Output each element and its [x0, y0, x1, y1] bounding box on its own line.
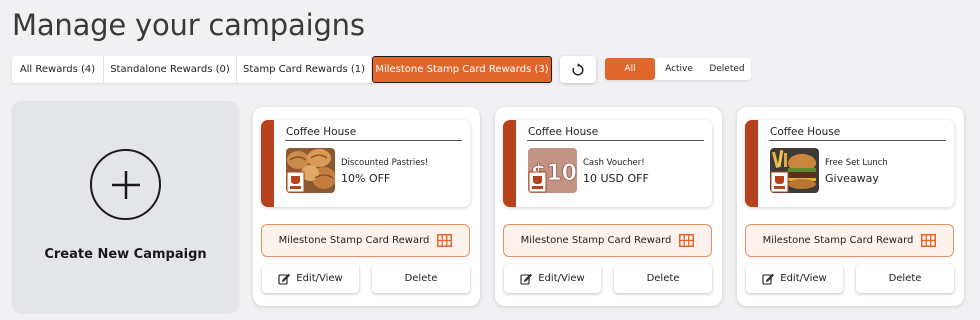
merchant-name: Coffee House: [286, 126, 357, 138]
accent-bar: [261, 120, 274, 207]
reward-type-badge: Milestone Stamp Card Reward: [745, 224, 954, 257]
grid-icon: [437, 234, 453, 247]
reward-type-badge: Milestone Stamp Card Reward: [503, 224, 712, 257]
divider: [527, 140, 704, 141]
reward-type-label: Milestone Stamp Card Reward: [762, 235, 914, 246]
accent-bar: [503, 120, 516, 207]
reward-name: Discounted Pastries!: [341, 158, 429, 168]
status-filter: All Active Deleted: [605, 58, 751, 80]
delete-button[interactable]: Delete: [614, 264, 712, 293]
refresh-button[interactable]: [560, 56, 596, 83]
merchant-name: Coffee House: [770, 126, 841, 138]
divider: [769, 140, 946, 141]
reward-name: Free Set Lunch: [825, 158, 888, 168]
delete-button[interactable]: Delete: [372, 264, 470, 293]
divider: [285, 140, 462, 141]
edit-view-label: Edit/View: [296, 273, 343, 284]
grid-icon: [679, 234, 695, 247]
tab-stamp-card-rewards[interactable]: Stamp Card Rewards (1): [237, 56, 372, 83]
page-title: Manage your campaigns: [12, 8, 365, 42]
reward-value: 10 USD OFF: [583, 172, 649, 185]
reward-preview: Coffee House Free Set Lunch Giveaway: [745, 120, 954, 207]
reward-type-badge: Milestone Stamp Card Reward: [261, 224, 470, 257]
edit-view-button[interactable]: Edit/View: [504, 264, 601, 293]
voucher-image: $10: [528, 148, 577, 193]
edit-icon: [520, 273, 533, 285]
merchant-name: Coffee House: [528, 126, 599, 138]
edit-view-label: Edit/View: [538, 273, 585, 284]
accent-bar: [745, 120, 758, 207]
reward-type-label: Milestone Stamp Card Reward: [520, 235, 672, 246]
filter-active[interactable]: Active: [655, 58, 703, 80]
edit-icon: [762, 273, 775, 285]
reward-type-tabs: All Rewards (4) Standalone Rewards (0) S…: [12, 56, 552, 83]
tab-standalone-rewards[interactable]: Standalone Rewards (0): [104, 56, 237, 83]
filter-deleted[interactable]: Deleted: [703, 58, 751, 80]
reward-preview: Coffee House $10 Cash Voucher! 10 USD OF…: [503, 120, 712, 207]
edit-icon: [278, 273, 291, 285]
reward-preview: Coffee House Discounted Pastries! 10% OF…: [261, 120, 470, 207]
edit-view-button[interactable]: Edit/View: [746, 264, 843, 293]
reward-value: Giveaway: [825, 172, 879, 185]
edit-view-label: Edit/View: [780, 273, 827, 284]
campaign-card: Coffee House $10 Cash Voucher! 10 USD OF…: [495, 107, 722, 306]
burger-image: [770, 148, 819, 193]
reward-name: Cash Voucher!: [583, 158, 645, 168]
campaign-card: Coffee House Discounted Pastries! 10% OF…: [253, 107, 480, 306]
reward-value: 10% OFF: [341, 172, 391, 185]
delete-button[interactable]: Delete: [856, 264, 954, 293]
refresh-icon: [572, 62, 584, 75]
edit-view-button[interactable]: Edit/View: [262, 264, 359, 293]
pastries-image: [286, 148, 335, 193]
filter-all[interactable]: All: [605, 58, 655, 80]
reward-type-label: Milestone Stamp Card Reward: [278, 235, 430, 246]
create-campaign-card[interactable]: Create New Campaign: [12, 101, 239, 312]
plus-icon: [90, 149, 161, 220]
create-campaign-label: Create New Campaign: [44, 247, 207, 262]
tab-all-rewards[interactable]: All Rewards (4): [12, 56, 104, 83]
tab-milestone-stamp-card-rewards[interactable]: Milestone Stamp Card Rewards (3): [372, 56, 552, 83]
campaign-card: Coffee House Free Set Lunch Giveaway Mil…: [737, 107, 964, 306]
grid-icon: [921, 234, 937, 247]
